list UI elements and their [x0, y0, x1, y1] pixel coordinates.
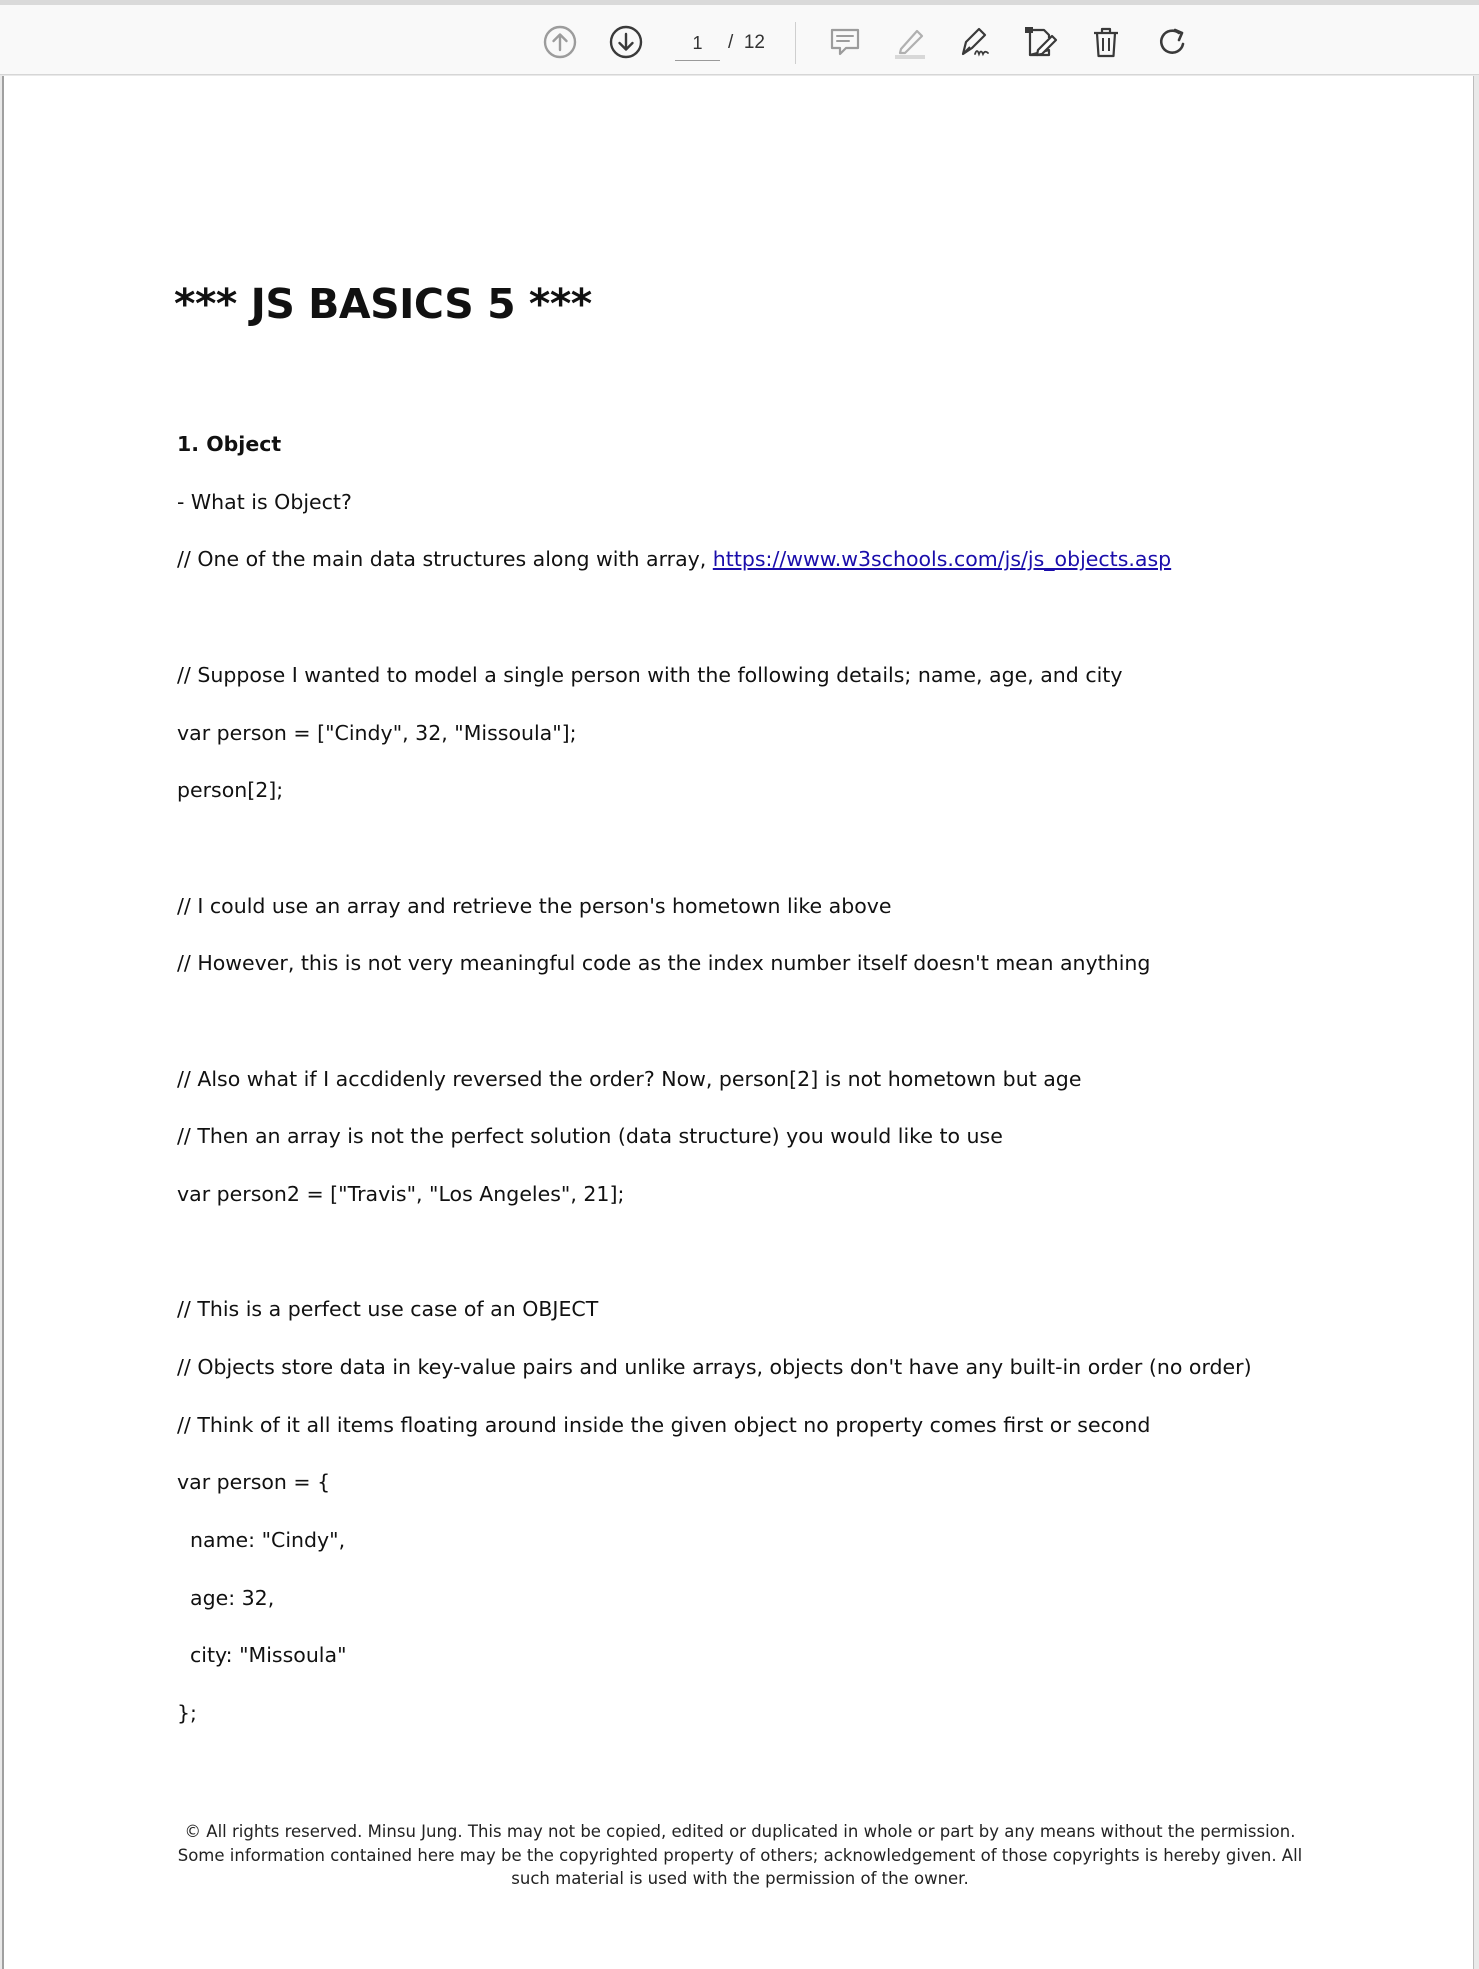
doc-line-think-of: // Think of it all items floating around… [177, 1413, 1151, 1437]
doc-line-obj-close: }; [177, 1701, 197, 1725]
doc-line-one-of-text: // One of the main data structures along… [177, 547, 713, 571]
delete-icon [1094, 27, 1118, 58]
doc-line-suppose: // Suppose I wanted to model a single pe… [177, 663, 1123, 687]
rotate-button[interactable] [1153, 22, 1193, 62]
section-heading: 1. Object [177, 432, 282, 456]
edit-icon [1025, 27, 1058, 57]
doc-line-also-what-if: // Also what if I accdidenly reversed th… [177, 1067, 1082, 1091]
rotate-icon [1159, 28, 1185, 54]
sign-button[interactable] [955, 22, 995, 62]
delete-button[interactable] [1086, 22, 1126, 62]
doc-line-however: // However, this is not very meaningful … [177, 951, 1151, 975]
toolbar-divider [795, 22, 796, 64]
pdf-page [4, 76, 1474, 1969]
comment-button[interactable] [825, 22, 865, 62]
doc-line-var-person-array: var person = ["Cindy", 32, "Missoula"]; [177, 721, 577, 745]
page-scroll-edge [1473, 76, 1479, 1969]
sign-icon [961, 27, 989, 57]
page-number-input[interactable] [675, 27, 720, 61]
doc-line-obj-name: name: "Cindy", [177, 1528, 346, 1552]
document-title: *** JS BASICS 5 *** [174, 280, 592, 328]
pdf-toolbar: / 12 [0, 5, 1479, 75]
prev-page-icon [543, 25, 577, 59]
comment-icon [830, 28, 860, 56]
doc-line-var-person2: var person2 = ["Travis", "Los Angeles", … [177, 1182, 625, 1206]
doc-line-could-use: // I could use an array and retrieve the… [177, 894, 892, 918]
doc-line-obj-open: var person = { [177, 1470, 331, 1494]
doc-line-then-array: // Then an array is not the perfect solu… [177, 1124, 1003, 1148]
doc-line-one-of: // One of the main data structures along… [177, 545, 1171, 573]
edit-button[interactable] [1020, 22, 1060, 62]
next-page-icon [609, 25, 643, 59]
highlight-button[interactable] [890, 22, 930, 62]
doc-line-obj-age: age: 32, [177, 1586, 275, 1610]
doc-line-obj-city: city: "Missoula" [177, 1643, 347, 1667]
doc-line-what-is: - What is Object? [177, 490, 352, 514]
next-page-button[interactable] [606, 22, 646, 62]
doc-line-perfect-use: // This is a perfect use case of an OBJE… [177, 1297, 599, 1321]
highlight-icon [895, 29, 925, 59]
doc-line-person-index: person[2]; [177, 778, 284, 802]
w3schools-link[interactable]: https://www.w3schools.com/js/js_objects.… [713, 547, 1171, 571]
page-total: / 12 [728, 32, 765, 53]
doc-line-objects-store: // Objects store data in key-value pairs… [177, 1355, 1252, 1379]
pdf-viewer: / 12 [0, 0, 1479, 1969]
prev-page-button[interactable] [540, 22, 580, 62]
copyright-footer: © All rights reserved. Minsu Jung. This … [177, 1822, 1303, 1888]
